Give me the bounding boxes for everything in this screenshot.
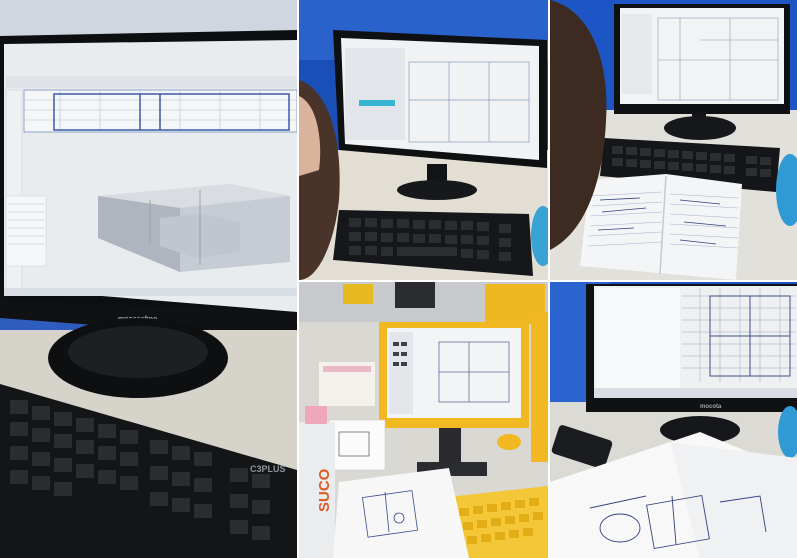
panel-1-scene: mnoccafmo C3PL [0,0,297,558]
monitor-brand-text: mocota [700,404,722,410]
panel-5-scene: mocota [550,282,797,558]
photo-panel-monitor-and-notebook [550,0,797,280]
panel-2-scene [299,0,548,280]
photo-collage: mnoccafmo C3PL [0,0,797,558]
keyboard-brand-text: C3PLUS [250,464,286,474]
bottle-label-text: SUCO [316,468,333,512]
photo-panel-yellow-monitor-and-sketches: SUCO [299,282,548,558]
photo-panel-monitor-3d-floorplan: mnoccafmo C3PL [0,0,297,558]
panel-3-scene [550,0,797,280]
panel-4-scene: SUCO [299,282,548,558]
photo-panel-monitor-and-sketch-paper: mocota [550,282,797,558]
photo-panel-monitor-from-behind-student [299,0,548,280]
